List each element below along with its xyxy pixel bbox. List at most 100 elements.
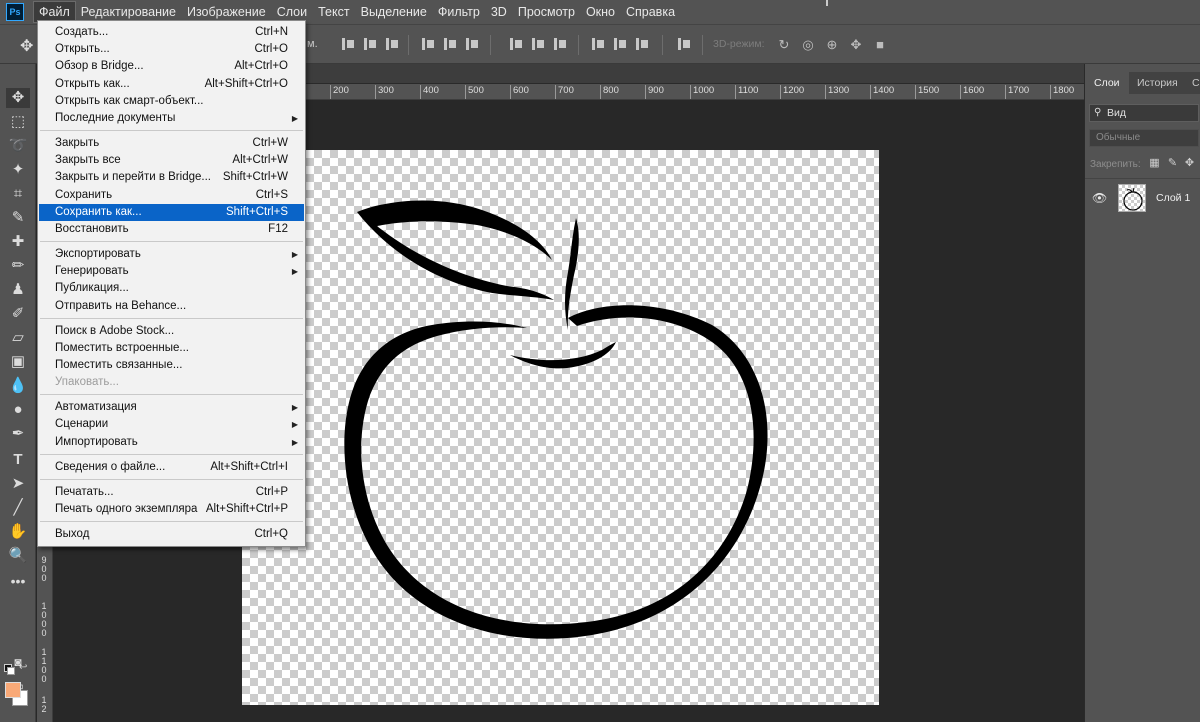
menu-view[interactable]: Просмотр [513,2,580,22]
eraser-tool-icon[interactable]: ▱ [6,328,30,348]
file-menu-item[interactable]: Создать... Ctrl+N [39,24,304,41]
file-menu-item[interactable]: Автоматизация ▶ [39,399,304,416]
align-hcenter-icon[interactable] [442,37,458,51]
menu-edit[interactable]: Редактирование [76,2,181,22]
move-tool-icon[interactable]: ✥ [6,88,30,108]
layer-row[interactable]: 👁 Слой 1 [1085,180,1200,218]
menu-image[interactable]: Изображение [182,2,271,22]
menu-item-label: Печать одного экземпляра [55,502,198,515]
marquee-tool-icon[interactable]: ⬚ [6,112,30,132]
healing-brush-tool-icon[interactable]: ✚ [6,232,30,252]
file-menu-item[interactable]: Сценарии ▶ [39,416,304,433]
document-canvas[interactable] [242,150,879,705]
file-menu-item[interactable]: Поиск в Adobe Stock... [39,323,304,340]
camera-3d-icon[interactable]: ■ [872,37,888,53]
menu-type[interactable]: Текст [313,2,354,22]
menu-layer[interactable]: Слои [272,2,312,22]
file-menu-item[interactable]: Открыть... Ctrl+O [39,41,304,58]
file-menu-item[interactable]: Открыть как смарт-объект... [39,93,304,110]
distribute-left-icon[interactable] [590,37,606,51]
menu-separator [40,453,303,455]
file-menu-item[interactable]: Сохранить Ctrl+S [39,187,304,204]
file-menu-item[interactable]: Импортировать ▶ [39,434,304,451]
blur-tool-icon[interactable]: 💧 [6,376,30,396]
auto-align-icon[interactable] [676,37,692,51]
menu-item-shortcut: F12 [268,223,288,235]
align-vcenter-icon[interactable] [362,37,378,51]
menu-help[interactable]: Справка [621,2,680,22]
layer-thumbnail [1118,184,1146,212]
zoom-tool-icon[interactable]: 🔍 [6,546,30,566]
history-brush-tool-icon[interactable]: ✐ [6,304,30,324]
file-menu-item[interactable]: Закрыть все Alt+Ctrl+W [39,152,304,169]
file-menu-item[interactable]: Печатать... Ctrl+P [39,484,304,501]
lasso-tool-icon[interactable]: ➰ [6,136,30,156]
ruler-tick-label: 500 [465,85,484,99]
file-menu-item[interactable]: Поместить связанные... [39,357,304,374]
orbit-3d-icon[interactable]: ↻ [776,37,792,53]
visibility-eye-icon[interactable]: 👁 [1092,191,1107,205]
menu-3d[interactable]: 3D [486,2,512,22]
move-tool-preset-icon[interactable]: ✥ [20,36,33,56]
distribute-right-icon[interactable] [634,37,650,51]
tab-layers[interactable]: Слои [1085,72,1129,94]
gradient-tool-icon[interactable]: ▣ [6,352,30,372]
distribute-bottom-icon[interactable] [552,37,568,51]
menu-file[interactable]: Файл [33,1,76,23]
file-menu-item[interactable]: Последние документы ▶ [39,110,304,127]
file-menu-item[interactable]: Публикация... [39,280,304,297]
distribute-top-icon[interactable] [508,37,524,51]
file-menu-item[interactable]: Закрыть и перейти в Bridge... Shift+Ctrl+… [39,169,304,186]
slide-3d-icon[interactable]: ✥ [848,37,864,53]
align-top-icon[interactable] [340,37,356,51]
file-menu-item[interactable]: Обзор в Bridge... Alt+Ctrl+O [39,58,304,75]
align-bottom-icon[interactable] [384,37,400,51]
path-selection-tool-icon[interactable]: ➤ [6,474,30,494]
lock-label: Закрепить: [1090,159,1141,170]
foreground-color-swatch[interactable] [5,682,21,698]
more-tools-icon[interactable]: ••• [6,574,30,588]
menu-item-label: Открыть как... [55,77,130,90]
file-menu-item[interactable]: Закрыть Ctrl+W [39,135,304,152]
drag-3d-icon[interactable]: ⊕ [824,37,840,53]
eyedropper-tool-icon[interactable]: ✎ [6,208,30,228]
dodge-tool-icon[interactable]: ● [6,400,30,420]
type-tool-icon[interactable]: T [6,450,30,470]
file-menu-item[interactable]: Сведения о файле... Alt+Shift+Ctrl+I [39,459,304,476]
distribute-vcenter-icon[interactable] [530,37,546,51]
crop-tool-icon[interactable]: ⌗ [6,184,30,204]
lock-position-icon[interactable]: ✥ [1183,157,1196,170]
hand-tool-icon[interactable]: ✋ [6,522,30,542]
tab-history[interactable]: История [1128,72,1187,94]
tab-channels[interactable]: С [1183,72,1200,94]
menu-filter[interactable]: Фильтр [433,2,485,22]
file-menu-item[interactable]: Генерировать ▶ [39,263,304,280]
file-menu-item[interactable]: Восстановить F12 [39,221,304,238]
menu-item-label: Восстановить [55,223,129,235]
file-menu-item[interactable]: Сохранить как... Shift+Ctrl+S [39,203,304,221]
brush-tool-icon[interactable]: ✏ [6,256,30,276]
align-right-icon[interactable] [464,37,480,51]
distribute-hcenter-icon[interactable] [612,37,628,51]
align-left-icon[interactable] [420,37,436,51]
file-menu-item[interactable]: Выход Ctrl+Q [39,526,304,543]
file-menu-item[interactable]: Поместить встроенные... [39,340,304,357]
menu-separator [40,394,303,396]
file-menu-item[interactable]: Печать одного экземпляра Alt+Shift+Ctrl+P [39,501,304,518]
submenu-arrow-icon: ▶ [291,267,298,277]
line-tool-icon[interactable]: ╱ [6,498,30,518]
file-menu-item[interactable]: Отправить на Behance... [39,298,304,315]
lock-transparency-icon[interactable]: ▦ [1148,157,1161,170]
magic-wand-tool-icon[interactable]: ✦ [6,160,30,180]
blend-mode-select[interactable]: Обычные [1089,129,1199,147]
file-menu-item[interactable]: Экспортировать ▶ [39,246,304,263]
roll-3d-icon[interactable]: ◎ [800,37,816,53]
pen-tool-icon[interactable]: ✒ [6,424,30,444]
file-menu-item[interactable]: Открыть как... Alt+Shift+Ctrl+O [39,76,304,93]
menu-window[interactable]: Окно [581,2,620,22]
clone-stamp-tool-icon[interactable]: ♟ [6,280,30,300]
layer-filter-select[interactable]: ⚲ Вид [1089,104,1199,122]
lock-image-icon[interactable]: ✎ [1166,157,1179,170]
quick-mask-icon[interactable]: ◙ [6,652,30,672]
menu-select[interactable]: Выделение [356,2,432,22]
